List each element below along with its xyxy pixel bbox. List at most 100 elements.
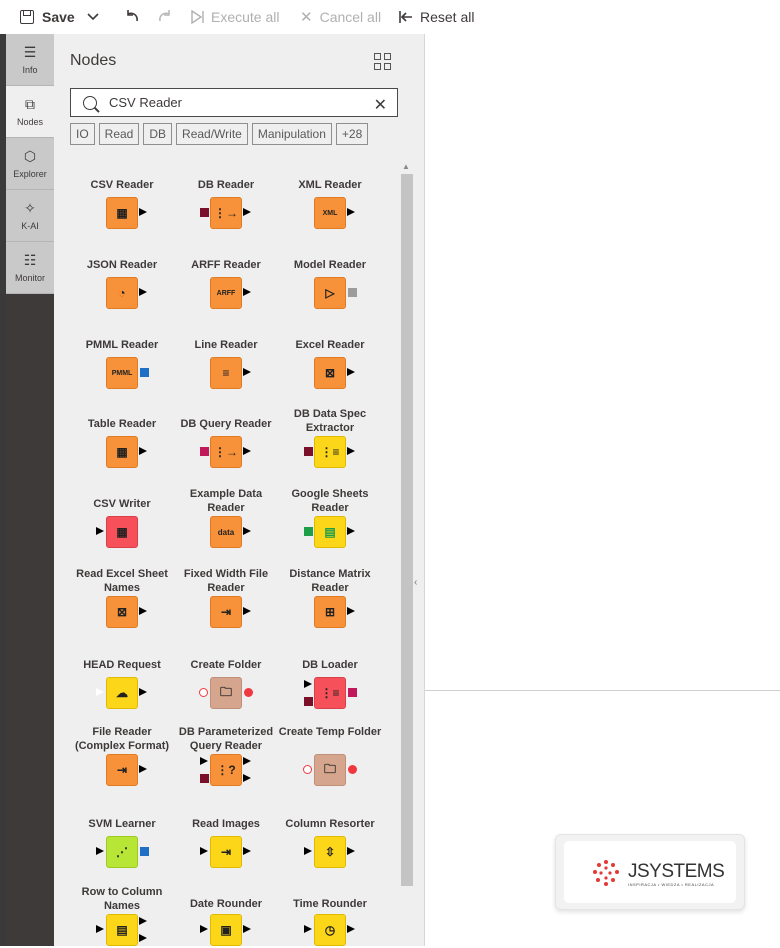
db-input-port	[304, 447, 313, 456]
node-create-temp-folder[interactable]: Create Temp Folder 🗀	[278, 726, 382, 808]
node-row-to-column-names[interactable]: Row to Column Names ▤	[70, 886, 174, 948]
node-xml-reader[interactable]: XML Reader XML	[278, 168, 382, 248]
db-loader-icon: ⋮≡	[314, 677, 346, 709]
node-csv-reader[interactable]: CSV Reader ▦	[70, 168, 174, 248]
tab-explorer[interactable]: ⬡ Explorer	[6, 138, 54, 190]
top-toolbar: Save Execute all ✕ Cancel all Reset all	[0, 0, 780, 34]
scroll-up-arrow-icon[interactable]: ▲	[402, 162, 410, 171]
variable-output-port	[348, 765, 357, 774]
node-read-images[interactable]: Read Images ⇥	[174, 808, 278, 888]
tab-nodes[interactable]: ⧉ Nodes	[6, 86, 54, 138]
node-model-reader[interactable]: Model Reader ▷	[278, 248, 382, 328]
node-db-parameterized-query-reader[interactable]: DB Parameterized Query Reader ⋮?	[174, 726, 278, 808]
node-create-folder[interactable]: Create Folder 🗀	[174, 648, 278, 728]
tag-db[interactable]: DB	[143, 123, 173, 145]
output-port	[347, 847, 355, 855]
node-read-excel-sheet-names[interactable]: Read Excel Sheet Names ⊠	[70, 568, 174, 648]
node-label: Column Resorter	[285, 818, 375, 830]
tag-io[interactable]: IO	[70, 123, 95, 145]
node-svm-learner[interactable]: SVM Learner ⋰	[70, 808, 174, 888]
node-table-reader[interactable]: Table Reader ▦	[70, 408, 174, 488]
input-port	[96, 527, 104, 535]
jsystems-logo: JSYSTEMS INSPIRACJA • WIEDZA • REALIZACJ…	[555, 834, 745, 910]
tag-more[interactable]: +28	[335, 123, 369, 145]
read-excel-sheet-names-icon: ⊠	[106, 596, 138, 628]
output-port	[243, 527, 251, 535]
output-port	[243, 288, 251, 296]
monitor-list-icon: ☷	[23, 251, 37, 268]
logo-wordmark: JSYSTEMS	[628, 861, 725, 882]
node-file-reader-complex-format[interactable]: File Reader (Complex Format) ⇥	[70, 726, 174, 808]
node-distance-matrix-reader[interactable]: Distance Matrix Reader ⊞	[278, 568, 382, 648]
tab-info[interactable]: ☰ Info	[6, 34, 54, 86]
save-label: Save	[42, 9, 75, 25]
node-fixed-width-file-reader[interactable]: Fixed Width File Reader ⇥	[174, 568, 278, 648]
clear-search-icon[interactable]: ✕	[374, 95, 387, 115]
node-example-data-reader[interactable]: Example Data Reader data	[174, 488, 278, 568]
node-db-query-reader[interactable]: DB Query Reader ⋮→	[174, 408, 278, 488]
variable-input-port	[303, 765, 312, 774]
input-port	[96, 847, 104, 855]
save-menu-chevron-icon[interactable]	[86, 0, 100, 34]
line-reader-icon: ≡	[210, 357, 242, 389]
output-port-2	[139, 934, 147, 942]
tab-monitor[interactable]: ☷ Monitor	[6, 242, 54, 294]
db-input-port	[200, 447, 209, 456]
canvas-divider	[425, 690, 780, 691]
jsystems-logo-mark-icon	[593, 860, 619, 886]
node-arff-reader[interactable]: ARFF Reader ARFF	[174, 248, 278, 328]
redo-icon[interactable]	[157, 0, 173, 34]
date-rounder-icon: ▣	[210, 914, 242, 946]
json-reader-icon: ◔	[106, 277, 138, 309]
csv-reader-icon: ▦	[106, 197, 138, 229]
reset-all-button[interactable]: Reset all	[399, 0, 474, 34]
node-db-reader[interactable]: DB Reader ⋮→	[174, 168, 278, 248]
node-label: CSV Writer	[93, 498, 151, 510]
node-pmml-reader[interactable]: PMML Reader PMML	[70, 328, 174, 408]
node-repository-panel: Nodes ✕ IO Read DB Read/Write Manipulati…	[54, 34, 425, 946]
node-label: Excel Reader	[295, 339, 365, 351]
time-rounder-icon: ◷	[314, 914, 346, 946]
grid-view-icon[interactable]	[374, 53, 391, 70]
node-json-reader[interactable]: JSON Reader ◔	[70, 248, 174, 328]
node-excel-reader[interactable]: Excel Reader ⊠	[278, 328, 382, 408]
output-port	[347, 527, 355, 535]
node-label: Example Data Reader	[189, 488, 263, 514]
tag-manipulation[interactable]: Manipulation	[251, 123, 332, 145]
output-port	[139, 917, 147, 925]
scrollbar-thumb[interactable]	[401, 174, 413, 886]
workflow-canvas[interactable]	[425, 34, 780, 946]
node-line-reader[interactable]: Line Reader ≡	[174, 328, 278, 408]
node-label: SVM Learner	[88, 818, 156, 830]
tag-read-write[interactable]: Read/Write	[176, 123, 248, 145]
node-db-data-spec-extractor[interactable]: DB Data Spec Extractor ⋮≡	[278, 408, 382, 488]
node-db-loader[interactable]: DB Loader ⋮≡	[278, 648, 382, 728]
reset-icon	[399, 11, 412, 23]
tab-k-ai[interactable]: ✧ K-AI	[6, 190, 54, 242]
search-input[interactable]	[109, 95, 359, 110]
nodes-icon: ⧉	[25, 95, 35, 112]
node-google-sheets-reader[interactable]: Google Sheets Reader ▤	[278, 488, 382, 568]
side-navigation: ☰ Info ⧉ Nodes ⬡ Explorer ✧ K-AI ☷ Monit…	[6, 34, 54, 946]
undo-icon[interactable]	[124, 0, 140, 34]
output-port	[139, 688, 147, 696]
cancel-all-button[interactable]: ✕ Cancel all	[300, 0, 381, 34]
google-sheets-reader-icon: ▤	[314, 516, 346, 548]
collapse-panel-chevron-icon[interactable]: ‹	[414, 577, 417, 588]
node-date-rounder[interactable]: Date Rounder ▣	[174, 888, 278, 948]
execute-all-button[interactable]: Execute all	[191, 0, 279, 34]
save-button[interactable]: Save	[20, 0, 75, 34]
output-port	[347, 208, 355, 216]
file-reader-complex-format-icon: ⇥	[106, 754, 138, 786]
node-label: File Reader (Complex Format)	[74, 726, 170, 752]
tag-read[interactable]: Read	[98, 123, 140, 145]
node-csv-writer[interactable]: CSV Writer ▦	[70, 488, 174, 568]
node-head-request[interactable]: HEAD Request ☁	[70, 648, 174, 728]
node-time-rounder[interactable]: Time Rounder ◷	[278, 888, 382, 948]
db-input-port	[200, 208, 209, 217]
node-column-resorter[interactable]: Column Resorter ⇳	[278, 808, 382, 888]
column-resorter-icon: ⇳	[314, 836, 346, 868]
output-port	[243, 847, 251, 855]
google-input-port	[304, 527, 313, 536]
output-port	[243, 607, 251, 615]
